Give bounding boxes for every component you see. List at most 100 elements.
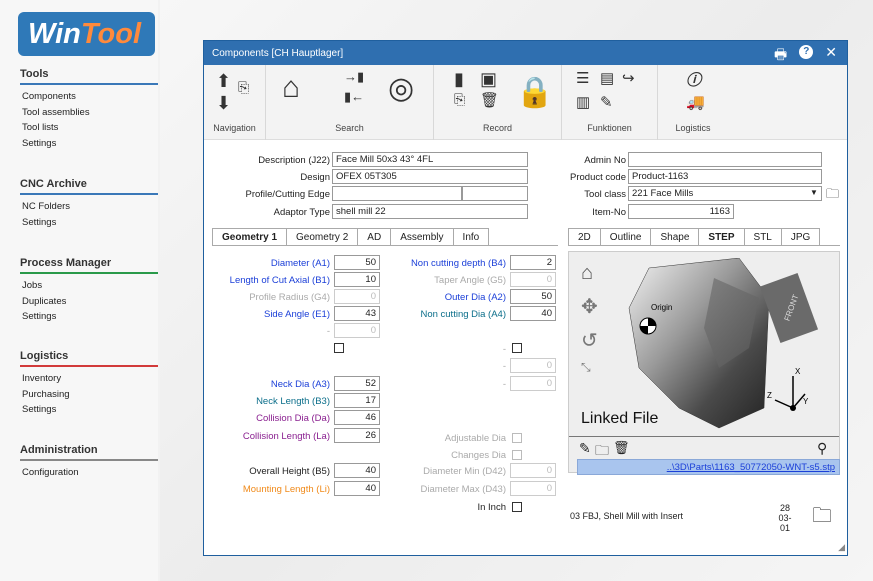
tab-step[interactable]: STEP [698,228,745,245]
sidebar-item-settings[interactable]: Settings [20,136,158,152]
image-icon[interactable]: ▤ [600,69,614,87]
sidebar-item-duplicates[interactable]: Duplicates [20,294,158,310]
side-angle-field[interactable]: 43 [334,306,380,321]
admin-no-field[interactable] [628,152,822,167]
list-icon[interactable]: ☰ [576,69,589,87]
truck-icon[interactable]: 🚚 [686,93,705,111]
neck-dia-field[interactable]: 52 [334,376,380,391]
taper-angle-field[interactable]: 0 [510,272,556,287]
tool-class-select[interactable]: 221 Face Mills [628,186,822,201]
description-field[interactable]: Face Mill 50x3 43° 4FL [332,152,528,167]
sidebar: WinTool Tools Components Tool assemblies… [0,0,158,581]
profile-field[interactable] [332,186,462,201]
tab-2d[interactable]: 2D [568,228,601,245]
neck-length-field[interactable]: 17 [334,393,380,408]
diameter-min-field[interactable]: 0 [510,463,556,478]
sidebar-section-admin: Administration Configuration [20,444,158,481]
non-cutting-dia-field[interactable]: 40 [510,306,556,321]
pencil-icon[interactable]: ✎ [579,440,591,457]
chevron-down-icon[interactable]: ▼ [810,188,818,197]
tab-jpg[interactable]: JPG [780,228,821,245]
copy-record-icon[interactable]: ⎘ [238,79,249,96]
adjustable-dia-checkbox[interactable] [512,433,522,443]
sidebar-item-settings[interactable]: Settings [20,309,158,325]
tab-assembly[interactable]: Assembly [390,228,454,245]
sidebar-item-settings[interactable]: Settings [20,215,158,231]
nav-up-icon[interactable]: ⬆ [216,71,231,92]
sidebar-item-tool-assemblies[interactable]: Tool assemblies [20,105,158,121]
collision-length-field[interactable]: 26 [334,428,380,443]
folder-icon[interactable]: 🗀 [812,501,832,535]
profile-radius-field[interactable]: 0 [334,289,380,304]
share-icon[interactable]: ↪ [622,69,635,87]
globe-icon[interactable]: ◎ [388,71,414,106]
3d-viewer[interactable]: ⌂ ✥ ↺ ⤡ FRONT Origin X Z Y Linked File ✎… [568,251,840,473]
sidebar-item-tool-lists[interactable]: Tool lists [20,120,158,136]
changes-dia-label: Changes Dia [451,450,506,461]
duplicate-icon[interactable]: ⎘ [454,91,465,108]
lock-icon[interactable]: 🔒 [516,75,553,110]
tab-ad[interactable]: AD [357,228,392,245]
save-icon[interactable]: ▣ [480,69,497,90]
linked-file-path[interactable]: ..\3D\Parts\1163_50772050-WNT-s5.stp [577,459,840,475]
new-record-icon[interactable]: ▮ [454,69,464,90]
tab-outline[interactable]: Outline [599,228,652,245]
zoom-icon[interactable]: ⚲ [817,440,827,457]
delete-icon[interactable]: 🗑 [480,91,499,109]
sidebar-section-title: CNC Archive [20,178,158,195]
help-icon[interactable]: ? [799,45,814,59]
in-inch-checkbox[interactable] [512,502,522,512]
home-icon[interactable]: ⌂ [282,71,300,105]
tab-geometry-2[interactable]: Geometry 2 [286,228,359,245]
sidebar-item-jobs[interactable]: Jobs [20,278,158,294]
diameter-field[interactable]: 50 [334,255,380,270]
design-field[interactable]: OFEX 05T305 [332,169,528,184]
adaptor-field[interactable]: shell mill 22 [332,204,528,219]
diameter-max-field[interactable]: 0 [510,481,556,496]
fit-view-icon[interactable]: ⤡ [581,360,591,375]
overall-height-field[interactable]: 40 [334,463,380,478]
columns-icon[interactable]: ▥ [576,93,590,111]
tab-geometry-1[interactable]: Geometry 1 [212,228,288,245]
length-of-cut-field[interactable]: 10 [334,272,380,287]
sidebar-item-purchasing[interactable]: Purchasing [20,387,158,403]
blank-field[interactable]: 0 [334,323,380,338]
changes-dia-checkbox[interactable] [512,450,522,460]
sidebar-item-components[interactable]: Components [20,89,158,105]
product-code-field[interactable]: Product-1163 [628,169,822,184]
trash-icon[interactable]: 🗑 [613,440,630,456]
pan-icon[interactable]: ✥ [581,294,598,319]
ribbon-group-logistics: ⓘ 🚚 Logistics [658,65,728,140]
sidebar-item-inventory[interactable]: Inventory [20,371,158,387]
neck-dia-label: Neck Dia (A3) [270,379,330,390]
geometry-checkbox-1[interactable] [334,343,344,353]
mounting-length-field[interactable]: 40 [334,481,380,496]
non-cutting-depth-field[interactable]: 2 [510,255,556,270]
item-no-field[interactable]: 1163 [628,204,734,219]
edit-icon[interactable]: ✎ [600,93,613,111]
search-prev-icon[interactable]: ▮← [344,89,364,105]
tab-shape[interactable]: Shape [650,228,700,245]
info-icon[interactable]: ⓘ [686,69,701,90]
outer-dia-field[interactable]: 50 [510,289,556,304]
sidebar-item-settings[interactable]: Settings [20,402,158,418]
sidebar-section-logistics: Logistics Inventory Purchasing Settings [20,350,158,418]
rotate-icon[interactable]: ↺ [581,328,598,353]
component-description: 03 FBJ, Shell Mill with Insert [570,511,684,521]
collision-dia-field[interactable]: 46 [334,410,380,425]
blank-field[interactable]: 0 [510,358,556,373]
diameter-max-label: Diameter Max (D43) [420,484,506,495]
nav-down-icon[interactable]: ⬇ [216,93,231,114]
tab-stl[interactable]: STL [743,228,782,245]
profile-radius-label: Profile Radius (G4) [249,292,330,303]
geometry-checkbox-2[interactable] [512,343,522,353]
blank-field[interactable]: 0 [510,376,556,391]
home-view-icon[interactable]: ⌂ [581,262,593,285]
profile-extra-field[interactable] [462,186,528,201]
sidebar-item-nc-folders[interactable]: NC Folders [20,199,158,215]
sidebar-item-configuration[interactable]: Configuration [20,465,158,481]
search-next-icon[interactable]: →▮ [344,69,364,85]
folder-icon[interactable]: 🗀 [826,185,839,207]
tab-info[interactable]: Info [452,228,490,245]
resize-grip-icon[interactable]: ◢ [838,542,845,553]
